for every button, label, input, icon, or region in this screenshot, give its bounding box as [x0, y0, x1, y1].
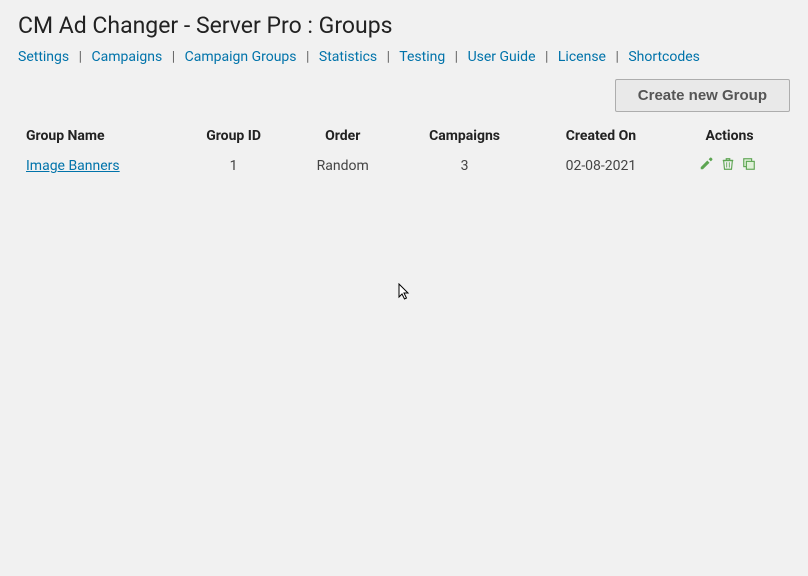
- nav-campaign-groups[interactable]: Campaign Groups: [185, 49, 297, 65]
- cell-group-id: 1: [178, 154, 289, 178]
- nav-links: Settings | Campaigns | Campaign Groups |…: [0, 49, 808, 79]
- cursor-icon: [398, 283, 412, 305]
- nav-separator: |: [615, 49, 618, 65]
- nav-separator: |: [172, 49, 175, 65]
- table-row: Image Banners 1 Random 3 02-08-2021: [18, 154, 790, 178]
- th-campaigns: Campaigns: [396, 122, 533, 154]
- cell-group-name: Image Banners: [18, 154, 178, 178]
- nav-license[interactable]: License: [558, 49, 606, 65]
- groups-table: Group Name Group ID Order Campaigns Crea…: [18, 122, 790, 178]
- cell-order: Random: [289, 154, 396, 178]
- copy-icon[interactable]: [742, 157, 756, 175]
- nav-settings[interactable]: Settings: [18, 49, 69, 65]
- cell-campaigns: 3: [396, 154, 533, 178]
- edit-icon[interactable]: [699, 157, 713, 175]
- top-actions: Create new Group: [0, 79, 808, 122]
- th-actions: Actions: [669, 122, 790, 154]
- th-group-id: Group ID: [178, 122, 289, 154]
- cell-actions: [669, 154, 790, 178]
- group-name-link[interactable]: Image Banners: [26, 158, 120, 174]
- nav-separator: |: [79, 49, 82, 65]
- nav-separator: |: [545, 49, 548, 65]
- nav-statistics[interactable]: Statistics: [319, 49, 377, 65]
- nav-separator: |: [387, 49, 390, 65]
- nav-separator: |: [455, 49, 458, 65]
- create-group-button[interactable]: Create new Group: [615, 79, 790, 112]
- th-group-name: Group Name: [18, 122, 178, 154]
- table-header-row: Group Name Group ID Order Campaigns Crea…: [18, 122, 790, 154]
- cell-created-on: 02-08-2021: [533, 154, 669, 178]
- nav-user-guide[interactable]: User Guide: [468, 49, 536, 65]
- nav-shortcodes[interactable]: Shortcodes: [628, 49, 700, 65]
- nav-campaigns[interactable]: Campaigns: [92, 49, 163, 65]
- trash-icon[interactable]: [721, 157, 735, 175]
- nav-separator: |: [306, 49, 309, 65]
- page-title: CM Ad Changer - Server Pro : Groups: [0, 0, 808, 49]
- nav-testing[interactable]: Testing: [399, 49, 445, 65]
- th-order: Order: [289, 122, 396, 154]
- th-created-on: Created On: [533, 122, 669, 154]
